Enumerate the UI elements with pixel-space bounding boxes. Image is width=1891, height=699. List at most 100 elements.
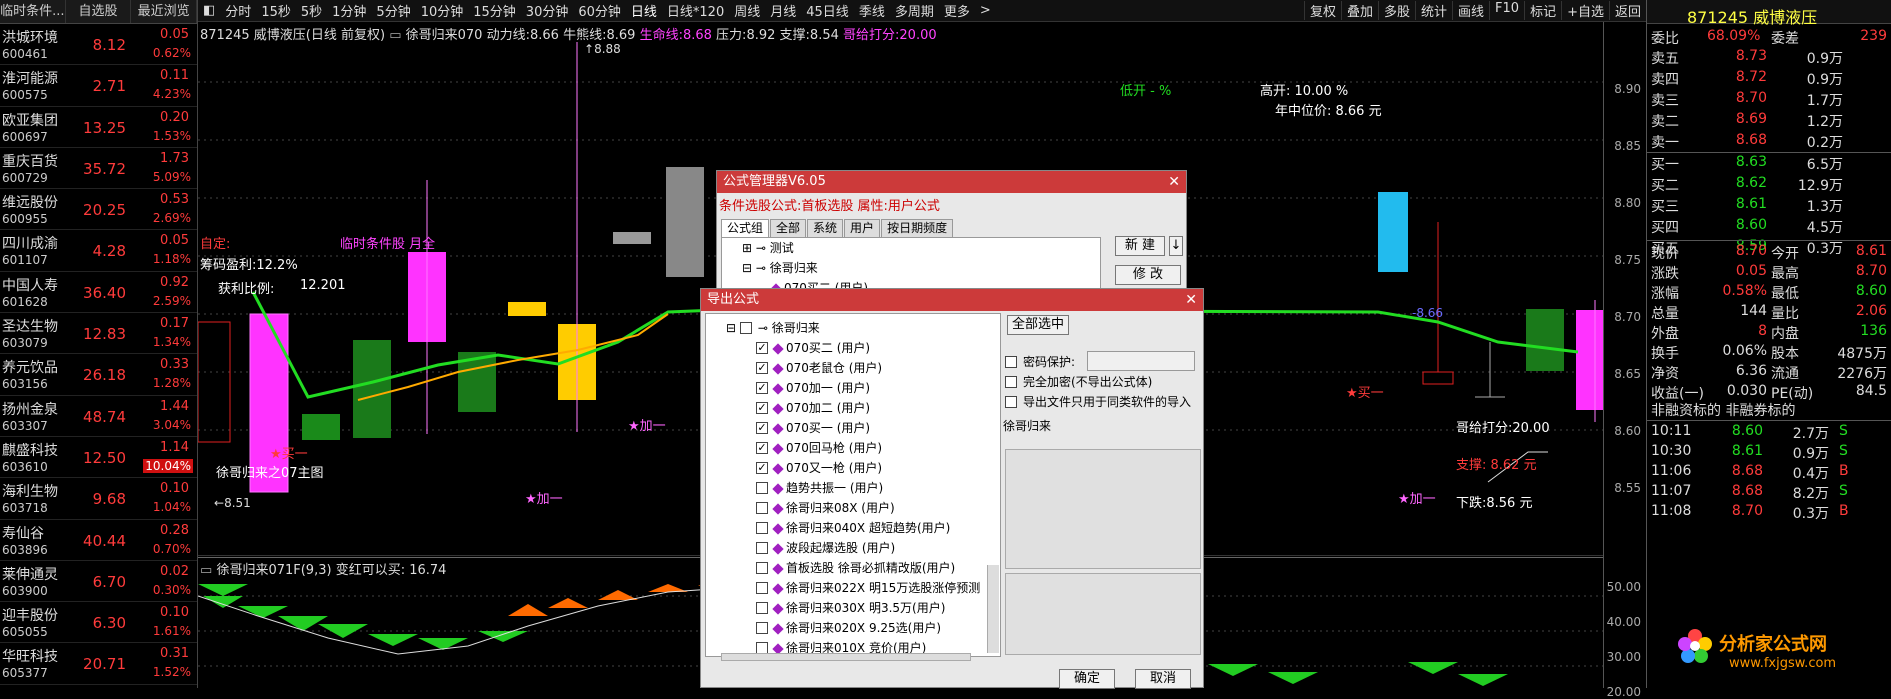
- full-encrypt-checkbox[interactable]: [1005, 375, 1017, 388]
- stock-row[interactable]: 莱伸通灵 603900 6.70 0.02 0.30%: [0, 561, 197, 603]
- toolbar-button[interactable]: 标记: [1524, 1, 1561, 20]
- export-item-checkbox[interactable]: ✓: [756, 441, 768, 454]
- toolbar-button[interactable]: 多股: [1377, 1, 1415, 20]
- tab-temp-condition[interactable]: 临时条件...: [0, 0, 66, 23]
- export-item[interactable]: 趋势共振一 (用户): [756, 478, 883, 498]
- export-item[interactable]: ✓ 070加一 (用户): [756, 378, 870, 398]
- formula-tab[interactable]: 全部: [770, 219, 807, 237]
- toolbar-button[interactable]: 统计: [1415, 1, 1452, 20]
- export-titlebar[interactable]: 导出公式 ✕: [701, 289, 1203, 311]
- period-tab[interactable]: 45日线: [801, 1, 854, 20]
- toolbar-button[interactable]: +自选: [1561, 1, 1609, 20]
- export-item-checkbox[interactable]: [756, 621, 768, 634]
- stock-row[interactable]: 寿仙谷 603896 40.44 0.28 0.70%: [0, 520, 197, 561]
- new-dropdown-icon[interactable]: ↓: [1169, 236, 1183, 256]
- period-tab[interactable]: 1分钟: [327, 1, 371, 20]
- tree-item-xuge[interactable]: ⊟ ⊸ 徐哥归来: [742, 258, 818, 278]
- formula-tab[interactable]: 按日期频度: [881, 219, 954, 237]
- tree-item-test[interactable]: ⊞ ⊸ 测试: [742, 238, 794, 258]
- period-tab[interactable]: 10分钟: [416, 1, 469, 20]
- export-item[interactable]: 徐哥归来020X 9.25选(用户): [756, 618, 941, 638]
- stock-row[interactable]: 重庆百货 600729 35.72 1.73 5.09%: [0, 148, 197, 190]
- toolbar-button[interactable]: 画线: [1452, 1, 1489, 20]
- export-item-checkbox[interactable]: [756, 561, 768, 574]
- export-item-checkbox[interactable]: [756, 581, 768, 594]
- more-arrow-icon[interactable]: >: [975, 3, 996, 18]
- export-item[interactable]: 徐哥归来022X 明15万选股涨停预测: [756, 578, 980, 598]
- export-item[interactable]: ✓ 070加二 (用户): [756, 398, 870, 418]
- stock-row[interactable]: 麒盛科技 603610 12.50 1.14 10.04%: [0, 437, 197, 479]
- period-tab[interactable]: 60分钟: [573, 1, 626, 20]
- stock-row[interactable]: 海利生物 603718 9.68 0.10 1.04%: [0, 478, 197, 520]
- period-tab[interactable]: 周线: [729, 1, 765, 20]
- cancel-button[interactable]: 取消: [1135, 669, 1191, 689]
- period-tab[interactable]: 日线*120: [662, 1, 729, 20]
- stock-row[interactable]: 中国人寿 601628 36.40 0.92 2.59%: [0, 272, 197, 314]
- period-tab[interactable]: 15分钟: [468, 1, 521, 20]
- export-item[interactable]: ✓ 070买二 (用户): [756, 338, 870, 358]
- tree-hscrollbar[interactable]: [721, 653, 971, 661]
- password-checkbox[interactable]: [1005, 355, 1017, 368]
- toggle-icon[interactable]: ◧: [198, 3, 220, 18]
- export-item[interactable]: 徐哥归来040X 超短趋势(用户): [756, 518, 950, 538]
- formula-manager-titlebar[interactable]: 公式管理器V6.05 ✕: [717, 171, 1186, 193]
- period-tab[interactable]: 15秒: [256, 1, 296, 20]
- export-item-checkbox[interactable]: ✓: [756, 341, 768, 354]
- export-item-checkbox[interactable]: ✓: [756, 421, 768, 434]
- export-item[interactable]: 徐哥归来08X (用户): [756, 498, 895, 518]
- period-tab[interactable]: 分时: [220, 1, 256, 20]
- toolbar-button[interactable]: 复权: [1303, 1, 1341, 20]
- stock-row[interactable]: 华旺科技 605377 20.71 0.31 1.52%: [0, 643, 197, 685]
- formula-tab[interactable]: 系统: [807, 219, 844, 237]
- stock-row[interactable]: 洪城环境 600461 8.12 0.05 0.62%: [0, 24, 197, 66]
- ok-button[interactable]: 确定: [1059, 669, 1115, 689]
- toolbar-button[interactable]: 返回: [1608, 1, 1646, 20]
- period-tab[interactable]: 30分钟: [521, 1, 574, 20]
- period-tab[interactable]: 季线: [854, 1, 890, 20]
- select-all-button[interactable]: 全部选中: [1007, 315, 1069, 335]
- period-tab[interactable]: 日线: [626, 1, 662, 20]
- toolbar-button[interactable]: F10: [1489, 1, 1524, 20]
- export-item[interactable]: ✓ 070买一 (用户): [756, 418, 870, 438]
- stock-row[interactable]: 圣达生物 603079 12.83 0.17 1.34%: [0, 313, 197, 355]
- export-item-checkbox[interactable]: ✓: [756, 461, 768, 474]
- export-item-checkbox[interactable]: [756, 521, 768, 534]
- export-item[interactable]: ✓ 070又一枪 (用户): [756, 458, 882, 478]
- export-item[interactable]: 徐哥归来030X 明3.5万(用户): [756, 598, 945, 618]
- formula-tab[interactable]: 公式组: [721, 219, 770, 237]
- export-item-checkbox[interactable]: ✓: [756, 381, 768, 394]
- export-item-checkbox[interactable]: ✓: [756, 361, 768, 374]
- export-item[interactable]: 首板选股 徐哥必抓精改版(用户): [756, 558, 955, 578]
- stock-row[interactable]: 维远股份 600955 20.25 0.53 2.69%: [0, 189, 197, 231]
- stock-row[interactable]: 养元饮品 603156 26.18 0.33 1.28%: [0, 354, 197, 396]
- export-tree-root[interactable]: ⊟ ⊸ 徐哥归来: [726, 318, 820, 338]
- export-item-checkbox[interactable]: [756, 601, 768, 614]
- close-icon[interactable]: ✕: [1185, 289, 1197, 311]
- export-item-checkbox[interactable]: [756, 481, 768, 494]
- stock-row[interactable]: 迎丰股份 605055 6.30 0.10 1.61%: [0, 602, 197, 644]
- root-checkbox[interactable]: [739, 321, 752, 334]
- period-tab[interactable]: 更多: [939, 1, 975, 20]
- export-item[interactable]: ✓ 070老鼠仓 (用户): [756, 358, 882, 378]
- export-item[interactable]: 波段起爆选股 (用户): [756, 538, 895, 558]
- tab-watchlist[interactable]: 自选股: [66, 0, 132, 23]
- stock-row[interactable]: 四川成渝 601107 4.28 0.05 1.18%: [0, 230, 197, 272]
- toolbar-button[interactable]: 叠加: [1340, 1, 1378, 20]
- export-item-checkbox[interactable]: [756, 641, 768, 654]
- same-type-checkbox[interactable]: [1005, 395, 1017, 408]
- export-item-checkbox[interactable]: ✓: [756, 401, 768, 414]
- stock-row[interactable]: 欧亚集团 600697 13.25 0.20 1.53%: [0, 107, 197, 148]
- export-item-checkbox[interactable]: [756, 501, 768, 514]
- period-tab[interactable]: 月线: [765, 1, 801, 20]
- formula-name[interactable]: 徐哥归来070: [406, 28, 483, 43]
- period-tab[interactable]: 5秒: [296, 1, 327, 20]
- period-tab[interactable]: 5分钟: [371, 1, 415, 20]
- period-tab[interactable]: 多周期: [890, 1, 939, 20]
- edit-button[interactable]: 修 改: [1115, 265, 1181, 285]
- chevron-icon[interactable]: ▭: [389, 28, 401, 43]
- new-button[interactable]: 新 建: [1115, 236, 1165, 256]
- formula-tab[interactable]: 用户: [844, 219, 881, 237]
- password-input[interactable]: [1087, 351, 1195, 371]
- export-item-checkbox[interactable]: [756, 541, 768, 554]
- stock-row[interactable]: 淮河能源 600575 2.71 0.11 4.23%: [0, 65, 197, 107]
